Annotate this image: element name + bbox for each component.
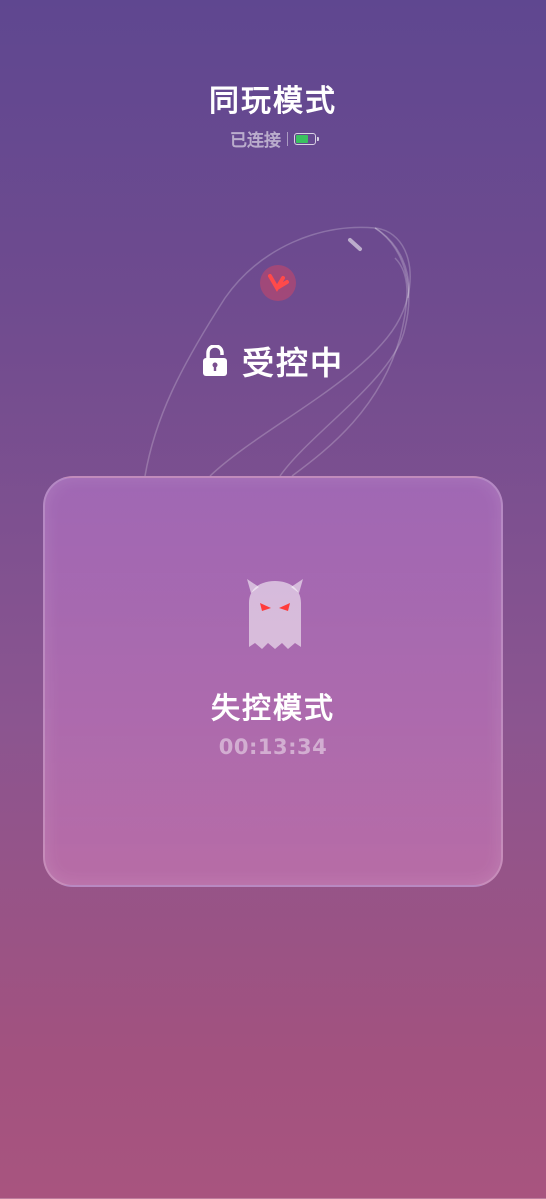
device-button: [348, 238, 362, 251]
status-divider: [287, 131, 288, 146]
mode-timer: 00:13:34: [218, 735, 328, 759]
lock-status-row: 受控中: [0, 338, 546, 384]
mode-card[interactable]: 失控模式 00:13:34: [43, 476, 503, 887]
connection-status: 已连接: [230, 131, 281, 151]
battery-icon: [294, 132, 319, 145]
mode-label: 失控模式: [210, 691, 335, 725]
ghost-devil-icon: [247, 579, 303, 649]
lock-open-icon: [202, 345, 227, 376]
battery-fill: [296, 134, 308, 143]
connection-status-row: 已连接: [0, 126, 546, 151]
page-title: 同玩模式: [209, 84, 337, 119]
device-indicator-light: [260, 265, 296, 301]
lock-status-label: 受控中: [241, 344, 344, 382]
